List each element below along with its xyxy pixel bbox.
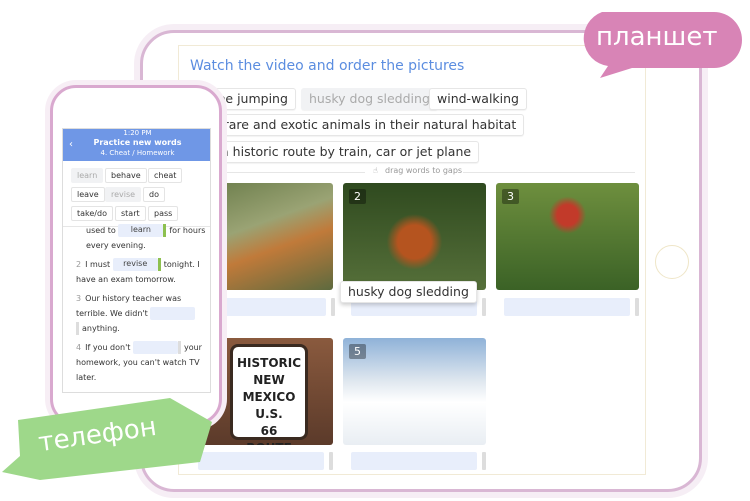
back-icon[interactable]: ‹ [69, 139, 73, 150]
dragged-chip[interactable]: husky dog sledding [340, 281, 477, 303]
drag-hint: ☝ drag words to gaps [205, 166, 635, 178]
sentence-3: 3 Our history teacher was terrible. We di… [76, 291, 198, 336]
word-chip[interactable]: revise [105, 187, 142, 202]
word-chip[interactable]: start [115, 206, 146, 221]
word-chip[interactable]: behave [105, 168, 147, 183]
phone-title: Practice new words [93, 138, 182, 147]
phone-header: 1:20 PM Practice new words 4. Cheat / Ho… [63, 129, 210, 161]
exercise-title: Watch the video and order the pictures [190, 58, 465, 74]
word-chip[interactable]: learn [71, 168, 104, 183]
answer-slot[interactable] [222, 298, 335, 316]
tablet-home-button [655, 245, 689, 279]
gap[interactable]: revise [112, 258, 158, 271]
sentence-4: 4 If you don't your homework, you can't w… [76, 341, 202, 382]
picture-orangutan: 2 [343, 183, 486, 290]
sentence-1: used to learn for hours every evening. [86, 224, 206, 250]
word-chip[interactable]: cheat [148, 168, 183, 183]
route66-sign: HISTORIC NEW MEXICO U.S. 66 ROUTE [230, 344, 308, 445]
word-chip[interactable]: wind-walking [429, 88, 527, 110]
hint-text: drag words to gaps [385, 166, 463, 175]
word-chip[interactable]: husky dog sledding [301, 88, 438, 110]
picture-bungee: 3 [496, 183, 639, 290]
tablet-badge-label: планшет [596, 22, 718, 52]
answer-slot[interactable] [351, 452, 486, 470]
word-chip[interactable]: leave [71, 187, 105, 202]
word-chip[interactable]: do [143, 187, 165, 202]
word-chip[interactable]: take/do [71, 206, 113, 221]
answer-slot[interactable] [504, 298, 639, 316]
answer-slot[interactable] [198, 452, 333, 470]
gap[interactable]: learn [118, 224, 164, 237]
phone-subtitle: 4. Cheat / Homework [100, 149, 175, 157]
gap[interactable] [132, 341, 178, 354]
word-chip[interactable]: pass [148, 206, 179, 221]
status-time: 1:20 PM [123, 129, 152, 137]
hand-icon: ☝ [373, 166, 378, 175]
picture-husky-sled: 5 [343, 338, 486, 445]
sentence-2: 2I must revise tonight. I have an exam to… [76, 258, 200, 284]
gap[interactable] [150, 307, 196, 320]
phone-screen: 1:20 PM Practice new words 4. Cheat / Ho… [62, 128, 211, 393]
